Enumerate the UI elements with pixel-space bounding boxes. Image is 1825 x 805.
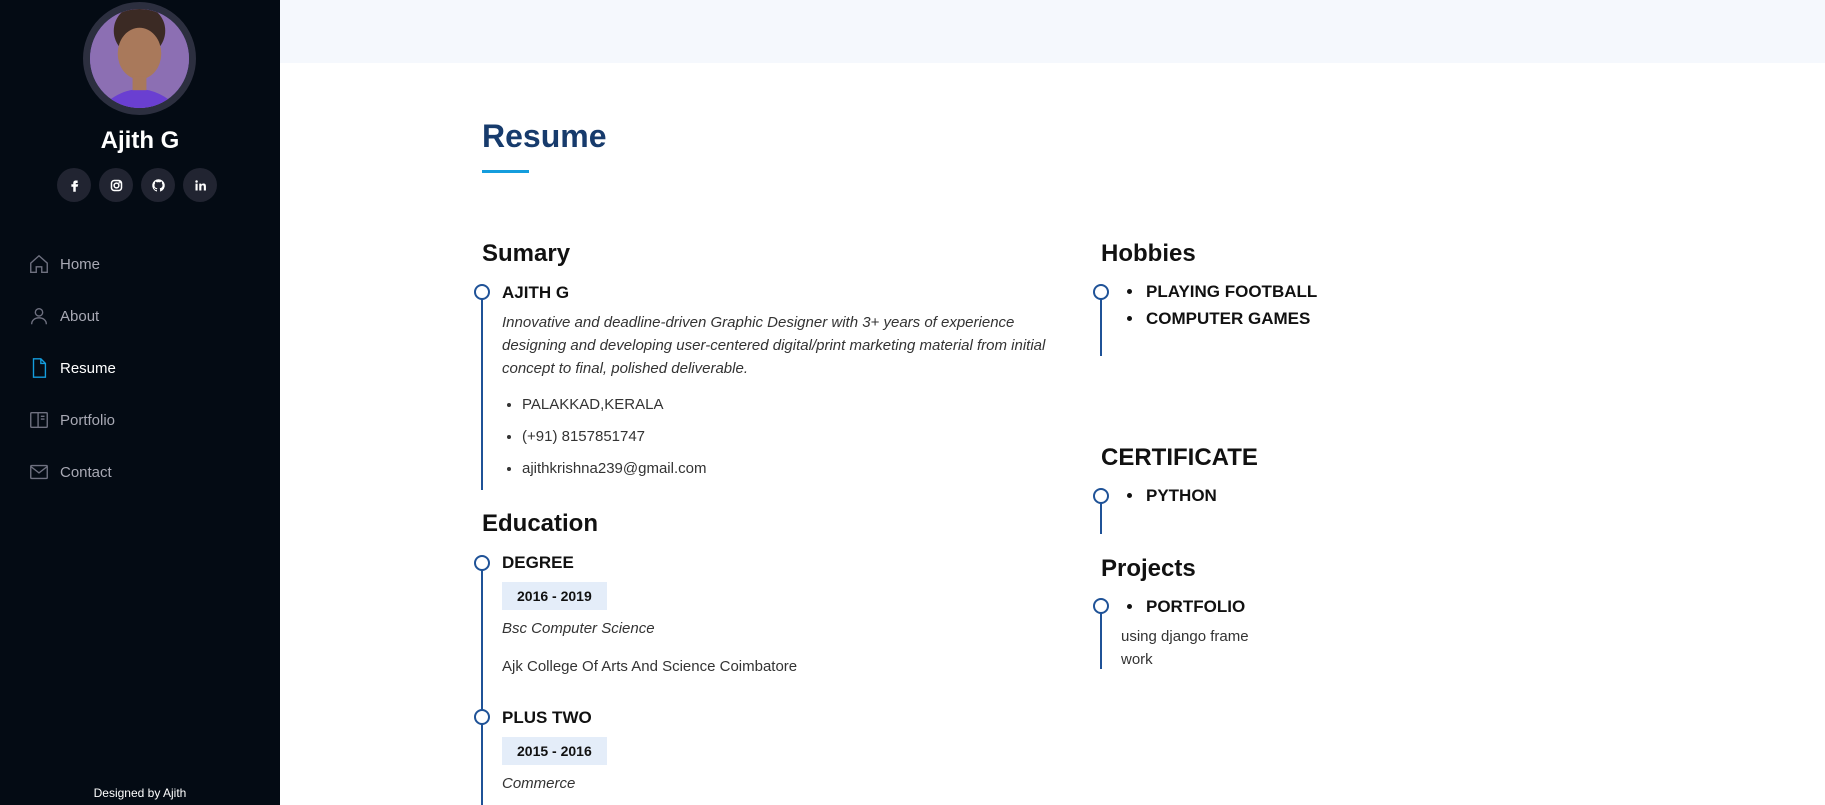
nav-item-contact[interactable]: Contact: [28, 446, 258, 498]
projects-timeline: [1100, 607, 1102, 669]
sidebar: Ajith G Home About Resume Portfolio Cont…: [0, 0, 280, 805]
hobbies-timeline: [1100, 292, 1102, 356]
timeline-dot: [1093, 488, 1109, 504]
education-title: PLUS TWO: [502, 708, 592, 727]
github-icon[interactable]: [141, 168, 175, 202]
timeline-dot: [474, 284, 490, 300]
nav-menu: Home About Resume Portfolio Contact: [28, 238, 258, 498]
timeline-dot: [1093, 598, 1109, 614]
top-band: [280, 0, 1825, 63]
education-heading: Education: [482, 510, 599, 537]
projects-heading: Projects: [1101, 555, 1196, 582]
certificate-list: PYTHON: [1122, 486, 1217, 513]
title-underline: [482, 170, 529, 173]
contact-list: PALAKKAD,KERALA (+91) 8157851747 ajithkr…: [502, 396, 706, 492]
social-links: [57, 168, 217, 202]
year-badge: 2015 - 2016: [502, 737, 607, 765]
list-item: ajithkrishna239@gmail.com: [522, 460, 706, 492]
year-badge: 2016 - 2019: [502, 582, 607, 610]
instagram-icon[interactable]: [99, 168, 133, 202]
book-icon: [30, 411, 48, 429]
profile-name: Ajith G: [100, 127, 180, 154]
project-description: using django frame work: [1121, 628, 1249, 668]
file-icon: [32, 358, 47, 378]
nav-label: Home: [60, 255, 101, 273]
nav-item-home[interactable]: Home: [28, 238, 258, 290]
certificate-heading: CERTIFICATE: [1101, 444, 1258, 471]
envelope-icon: [30, 464, 48, 480]
summary-text: Innovative and deadline-driven Graphic D…: [502, 314, 1046, 377]
list-item: (+91) 8157851747: [522, 428, 706, 460]
nav-label: Resume: [60, 359, 116, 377]
home-icon: [30, 254, 48, 273]
facebook-icon[interactable]: [57, 168, 91, 202]
projects-list: PORTFOLIO: [1122, 597, 1245, 624]
hobbies-heading: Hobbies: [1101, 240, 1196, 267]
list-item: PORTFOLIO: [1144, 597, 1245, 624]
education-school: Ajk College Of Arts And Science Coimbato…: [502, 658, 798, 675]
list-item: PALAKKAD,KERALA: [522, 396, 706, 428]
nav-label: Portfolio: [60, 411, 116, 429]
nav-label: About: [60, 307, 100, 325]
summary-heading: Sumary: [482, 240, 571, 267]
nav-item-portfolio[interactable]: Portfolio: [28, 394, 258, 446]
timeline-dot: [1093, 284, 1109, 300]
timeline-dot: [474, 555, 490, 571]
nav-item-about[interactable]: About: [28, 290, 258, 342]
avatar: [83, 2, 196, 115]
linkedin-icon[interactable]: [183, 168, 217, 202]
nav-label: Contact: [60, 463, 112, 481]
education-course: Bsc Computer Science: [502, 620, 655, 637]
education-course: Commerce: [502, 775, 576, 792]
education-title: DEGREE: [502, 553, 574, 572]
summary-timeline: [481, 292, 483, 490]
nav-item-resume[interactable]: Resume: [28, 342, 258, 394]
list-item: COMPUTER GAMES: [1144, 309, 1317, 336]
list-item: PYTHON: [1144, 486, 1217, 513]
education-timeline: [481, 563, 483, 805]
page-title: Resume: [482, 118, 607, 154]
hobbies-list: PLAYING FOOTBALL COMPUTER GAMES: [1122, 282, 1317, 336]
credits: Designed by Ajith: [93, 786, 187, 800]
list-item: PLAYING FOOTBALL: [1144, 282, 1317, 309]
person-icon: [30, 307, 48, 325]
timeline-dot: [474, 709, 490, 725]
summary-name: AJITH G: [502, 283, 570, 302]
